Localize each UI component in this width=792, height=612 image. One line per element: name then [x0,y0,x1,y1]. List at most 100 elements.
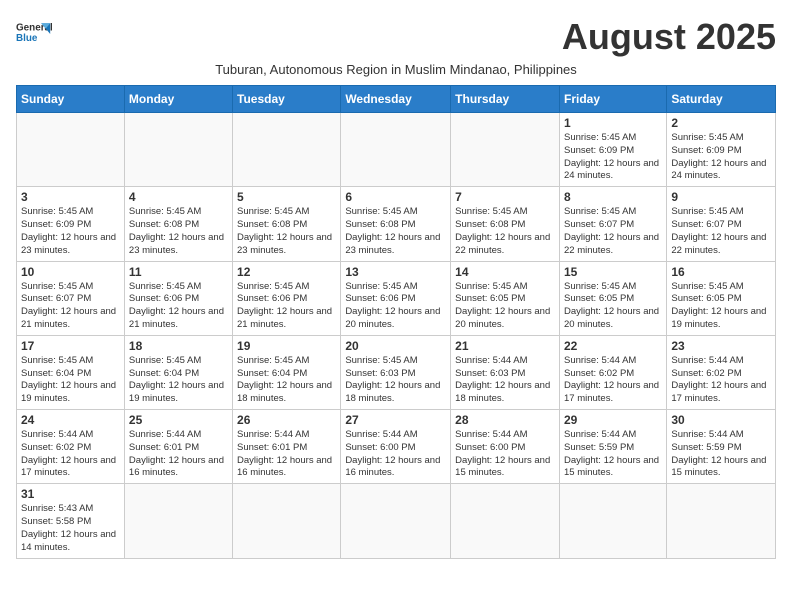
day-number: 12 [237,265,336,279]
calendar-cell: 16 Sunrise: 5:45 AMSunset: 6:05 PMDayligh… [667,261,776,335]
day-number: 16 [671,265,771,279]
day-info: Sunrise: 5:45 AMSunset: 6:04 PMDaylight:… [237,355,336,406]
calendar-cell: 1Sunrise: 5:45 AMSunset: 6:09 PMDaylight… [559,113,666,187]
day-number: 7 [455,190,555,204]
day-info: Sunrise: 5:45 AMSunset: 6:09 PMDaylight:… [671,132,771,183]
day-info: Sunrise: 5:45 AMSunset: 6:06 PMDaylight:… [237,281,336,332]
calendar-cell: 23Sunrise: 5:44 AMSunset: 6:02 PMDayligh… [667,335,776,409]
day-number: 9 [671,190,771,204]
logo: General Blue [16,16,52,52]
day-number: 15 [564,265,662,279]
svg-text:Blue: Blue [16,33,38,44]
month-title: August 2025 [52,16,776,58]
day-number: 31 [21,487,120,501]
day-info: Sunrise: 5:45 AMSunset: 6:07 PMDaylight:… [564,206,662,257]
day-number: 29 [564,413,662,427]
calendar-cell: 2 Sunrise: 5:45 AMSunset: 6:09 PMDaylight… [667,113,776,187]
day-number: 2 [671,116,771,130]
day-number: 27 [345,413,446,427]
calendar-cell [233,484,341,558]
calendar-cell [559,484,666,558]
day-number: 13 [345,265,446,279]
calendar-cell [451,484,560,558]
day-number: 18 [129,339,228,353]
calendar-cell: 26 Sunrise: 5:44 AMSunset: 6:01 PMDayligh… [233,410,341,484]
week-row-3: 17 Sunrise: 5:45 AMSunset: 6:04 PMDayligh… [17,335,776,409]
day-number: 17 [21,339,120,353]
day-info: Sunrise: 5:44 AMSunset: 6:00 PMDaylight:… [455,429,555,480]
day-info: Sunrise: 5:45 AMSunset: 6:08 PMDaylight:… [129,206,228,257]
day-number: 10 [21,265,120,279]
page-header: General Blue August 2025 [16,16,776,58]
day-info: Sunrise: 5:44 AMSunset: 5:59 PMDaylight:… [564,429,662,480]
calendar-cell: 27 Sunrise: 5:44 AMSunset: 6:00 PMDayligh… [341,410,451,484]
calendar-cell: 21 Sunrise: 5:44 AMSunset: 6:03 PMDayligh… [451,335,560,409]
calendar-cell [341,113,451,187]
calendar-cell: 3Sunrise: 5:45 AMSunset: 6:09 PMDaylight… [17,187,125,261]
day-info: Sunrise: 5:44 AMSunset: 5:59 PMDaylight:… [671,429,771,480]
calendar-table: SundayMondayTuesdayWednesdayThursdayFrid… [16,85,776,559]
week-row-5: 31 Sunrise: 5:43 AMSunset: 5:58 PMDayligh… [17,484,776,558]
day-number: 20 [345,339,446,353]
day-number: 24 [21,413,120,427]
calendar-header: SundayMondayTuesdayWednesdayThursdayFrid… [17,86,776,113]
calendar-body: 1 Sunrise: 5:45 AMSunset: 6:09 PMDaylight… [17,113,776,559]
day-header-tuesday: Tuesday [233,86,341,113]
day-number: 21 [455,339,555,353]
day-info: Sunrise: 5:44 AMSunset: 6:02 PMDaylight:… [671,355,771,406]
day-info: Sunrise: 5:45 AMSunset: 6:08 PMDaylight:… [237,206,336,257]
calendar-cell [124,113,232,187]
week-row-4: 24Sunrise: 5:44 AMSunset: 6:02 PMDayligh… [17,410,776,484]
day-info: Sunrise: 5:44 AMSunset: 6:01 PMDaylight:… [129,429,228,480]
calendar-cell: 15 Sunrise: 5:45 AMSunset: 6:05 PMDayligh… [559,261,666,335]
day-info: Sunrise: 5:45 AMSunset: 6:03 PMDaylight:… [345,355,446,406]
day-number: 1 [564,116,662,130]
day-number: 19 [237,339,336,353]
calendar-cell: 5Sunrise: 5:45 AMSunset: 6:08 PMDaylight… [233,187,341,261]
day-header-monday: Monday [124,86,232,113]
day-number: 3 [21,190,120,204]
day-header-friday: Friday [559,86,666,113]
day-number: 14 [455,265,555,279]
day-number: 4 [129,190,228,204]
day-info: Sunrise: 5:45 AMSunset: 6:07 PMDaylight:… [671,206,771,257]
day-number: 26 [237,413,336,427]
day-header-sunday: Sunday [17,86,125,113]
calendar-cell [451,113,560,187]
calendar-cell: 10Sunrise: 5:45 AMSunset: 6:07 PMDayligh… [17,261,125,335]
day-number: 11 [129,265,228,279]
day-info: Sunrise: 5:43 AMSunset: 5:58 PMDaylight:… [21,503,120,554]
calendar-cell: 17 Sunrise: 5:45 AMSunset: 6:04 PMDayligh… [17,335,125,409]
day-info: Sunrise: 5:44 AMSunset: 6:02 PMDaylight:… [564,355,662,406]
day-info: Sunrise: 5:45 AMSunset: 6:08 PMDaylight:… [345,206,446,257]
calendar-cell: 24Sunrise: 5:44 AMSunset: 6:02 PMDayligh… [17,410,125,484]
calendar-cell: 29 Sunrise: 5:44 AMSunset: 5:59 PMDayligh… [559,410,666,484]
calendar-cell [17,113,125,187]
day-number: 28 [455,413,555,427]
calendar-cell [233,113,341,187]
calendar-cell: 7Sunrise: 5:45 AMSunset: 6:08 PMDaylight… [451,187,560,261]
calendar-cell: 12 Sunrise: 5:45 AMSunset: 6:06 PMDayligh… [233,261,341,335]
calendar-cell: 4 Sunrise: 5:45 AMSunset: 6:08 PMDaylight… [124,187,232,261]
week-row-1: 3Sunrise: 5:45 AMSunset: 6:09 PMDaylight… [17,187,776,261]
calendar-cell: 25Sunrise: 5:44 AMSunset: 6:01 PMDayligh… [124,410,232,484]
calendar-cell: 18Sunrise: 5:45 AMSunset: 6:04 PMDayligh… [124,335,232,409]
day-info: Sunrise: 5:45 AMSunset: 6:05 PMDaylight:… [671,281,771,332]
day-header-saturday: Saturday [667,86,776,113]
calendar-cell [667,484,776,558]
day-info: Sunrise: 5:45 AMSunset: 6:05 PMDaylight:… [564,281,662,332]
calendar-cell: 9 Sunrise: 5:45 AMSunset: 6:07 PMDaylight… [667,187,776,261]
day-header-wednesday: Wednesday [341,86,451,113]
day-info: Sunrise: 5:44 AMSunset: 6:00 PMDaylight:… [345,429,446,480]
day-info: Sunrise: 5:44 AMSunset: 6:03 PMDaylight:… [455,355,555,406]
day-info: Sunrise: 5:45 AMSunset: 6:06 PMDaylight:… [129,281,228,332]
calendar-cell: 8Sunrise: 5:45 AMSunset: 6:07 PMDaylight… [559,187,666,261]
calendar-cell: 22 Sunrise: 5:44 AMSunset: 6:02 PMDayligh… [559,335,666,409]
calendar-cell: 20 Sunrise: 5:45 AMSunset: 6:03 PMDayligh… [341,335,451,409]
day-number: 30 [671,413,771,427]
day-info: Sunrise: 5:45 AMSunset: 6:04 PMDaylight:… [21,355,120,406]
day-number: 6 [345,190,446,204]
day-info: Sunrise: 5:44 AMSunset: 6:01 PMDaylight:… [237,429,336,480]
day-number: 22 [564,339,662,353]
week-row-2: 10Sunrise: 5:45 AMSunset: 6:07 PMDayligh… [17,261,776,335]
